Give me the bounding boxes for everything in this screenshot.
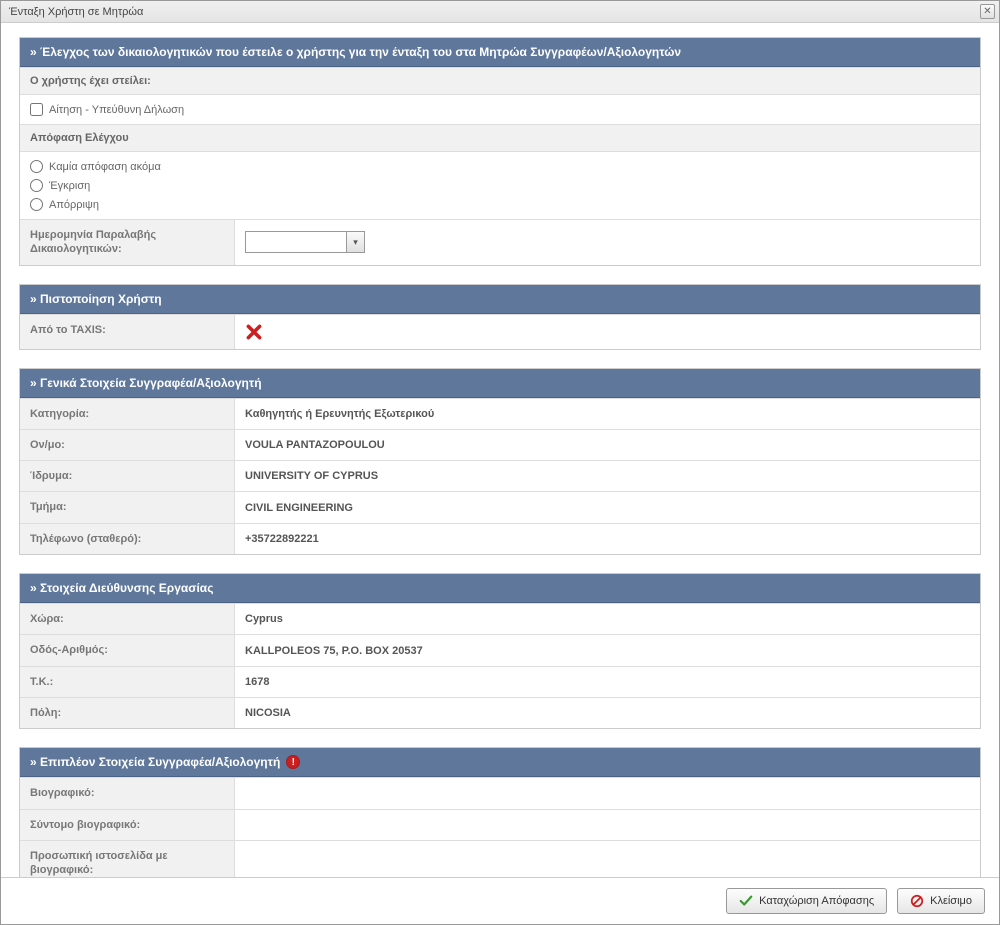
- city-label: Πόλη:: [20, 698, 235, 728]
- section-header-check: » Έλεγχος των δικαιολογητικών που έστειλ…: [20, 38, 980, 67]
- row-name: Ον/μο: VOULA PANTAZOPOULOU: [20, 429, 980, 460]
- website-value: [235, 841, 980, 877]
- section-header-work-address: » Στοιχεία Διεύθυνσης Εργασίας: [20, 574, 980, 603]
- country-value: Cyprus: [235, 604, 980, 634]
- decision-label: Απόφαση Ελέγχου: [20, 124, 980, 152]
- titlebar: Ένταξη Χρήστη σε Μητρώα ✕: [1, 1, 999, 23]
- radio-none-text: Καμία απόφαση ακόμα: [49, 161, 161, 173]
- zip-label: Τ.Κ.:: [20, 667, 235, 697]
- row-city: Πόλη: NICOSIA: [20, 697, 980, 728]
- cv-value: [235, 778, 980, 808]
- category-label: Κατηγορία:: [20, 399, 235, 429]
- date-received-input[interactable]: [246, 232, 346, 252]
- content-wrap: » Έλεγχος των δικαιολογητικών που έστειλ…: [1, 23, 999, 877]
- institution-label: Ίδρυμα:: [20, 461, 235, 491]
- name-value: VOULA PANTAZOPOULOU: [235, 430, 980, 460]
- radio-approve[interactable]: [30, 179, 43, 192]
- cross-icon: [245, 323, 263, 341]
- date-received-value: ▾: [235, 220, 980, 265]
- country-label: Χώρα:: [20, 604, 235, 634]
- institution-value: UNIVERSITY OF CYPRUS: [235, 461, 980, 491]
- window-close-button[interactable]: ✕: [980, 4, 995, 19]
- section-header-certification: » Πιστοποίηση Χρήστη: [20, 285, 980, 314]
- radio-option-reject[interactable]: Απόρριψη: [30, 198, 970, 211]
- zip-value: 1678: [235, 667, 980, 697]
- radio-none[interactable]: [30, 160, 43, 173]
- panel-general: » Γενικά Στοιχεία Συγγραφέα/Αξιολογητή Κ…: [19, 368, 981, 555]
- radio-option-none[interactable]: Καμία απόφαση ακόμα: [30, 160, 970, 173]
- chevron-down-icon: ▾: [353, 237, 358, 248]
- department-value: CIVIL ENGINEERING: [235, 492, 980, 522]
- content-scroll[interactable]: » Έλεγχος των δικαιολογητικών που έστειλ…: [1, 23, 999, 877]
- warning-icon: !: [286, 755, 300, 769]
- section-header-extra: » Επιπλέον Στοιχεία Συγγραφέα/Αξιολογητή…: [20, 748, 980, 777]
- application-checkbox-text: Αίτηση - Υπεύθυνη Δήλωση: [49, 104, 184, 116]
- category-value: Καθηγητής ή Ερευνητής Εξωτερικού: [235, 399, 980, 429]
- row-institution: Ίδρυμα: UNIVERSITY OF CYPRUS: [20, 460, 980, 491]
- row-category: Κατηγορία: Καθηγητής ή Ερευνητής Εξωτερι…: [20, 398, 980, 429]
- radio-reject-text: Απόρριψη: [49, 199, 99, 211]
- name-label: Ον/μο:: [20, 430, 235, 460]
- date-received-combo[interactable]: ▾: [245, 231, 365, 253]
- close-icon: ✕: [983, 6, 991, 17]
- close-button[interactable]: Κλείσιμο: [897, 888, 985, 914]
- date-received-row: Ημερομηνία Παραλαβής Δικαιολογητικών: ▾: [20, 219, 980, 265]
- section-header-check-text: » Έλεγχος των δικαιολογητικών που έστειλ…: [30, 45, 681, 59]
- user-sent-label: Ο χρήστης έχει στείλει:: [20, 67, 980, 95]
- radio-option-approve[interactable]: Έγκριση: [30, 179, 970, 192]
- panel-work-address: » Στοιχεία Διεύθυνσης Εργασίας Χώρα: Cyp…: [19, 573, 981, 729]
- street-value: KALLPOLEOS 75, P.O. BOX 20537: [235, 635, 980, 665]
- panel-check: » Έλεγχος των δικαιολογητικών που έστειλ…: [19, 37, 981, 266]
- date-received-dropdown-button[interactable]: ▾: [346, 232, 364, 252]
- close-button-label: Κλείσιμο: [930, 895, 972, 907]
- city-value: NICOSIA: [235, 698, 980, 728]
- row-cv: Βιογραφικό:: [20, 777, 980, 808]
- row-short-cv: Σύντομο βιογραφικό:: [20, 809, 980, 840]
- section-header-certification-text: » Πιστοποίηση Χρήστη: [30, 292, 162, 306]
- row-country: Χώρα: Cyprus: [20, 603, 980, 634]
- taxis-label: Από το TAXIS:: [20, 315, 235, 349]
- row-street: Οδός-Αριθμός: KALLPOLEOS 75, P.O. BOX 20…: [20, 634, 980, 665]
- cv-label: Βιογραφικό:: [20, 778, 235, 808]
- row-phone: Τηλέφωνο (σταθερό): +35722892221: [20, 523, 980, 554]
- section-header-extra-text: » Επιπλέον Στοιχεία Συγγραφέα/Αξιολογητή: [30, 755, 280, 769]
- row-zip: Τ.Κ.: 1678: [20, 666, 980, 697]
- short-cv-value: [235, 810, 980, 840]
- application-checkbox-row: Αίτηση - Υπεύθυνη Δήλωση: [20, 95, 980, 124]
- save-decision-button[interactable]: Καταχώριση Απόφασης: [726, 888, 887, 914]
- date-received-label: Ημερομηνία Παραλαβής Δικαιολογητικών:: [20, 220, 235, 265]
- deny-icon: [910, 894, 924, 908]
- check-icon: [739, 894, 753, 908]
- panel-certification: » Πιστοποίηση Χρήστη Από το TAXIS:: [19, 284, 981, 350]
- phone-value: +35722892221: [235, 524, 980, 554]
- row-department: Τμήμα: CIVIL ENGINEERING: [20, 491, 980, 522]
- section-header-general: » Γενικά Στοιχεία Συγγραφέα/Αξιολογητή: [20, 369, 980, 398]
- website-label: Προσωπική ιστοσελίδα με βιογραφικό:: [20, 841, 235, 877]
- row-website: Προσωπική ιστοσελίδα με βιογραφικό:: [20, 840, 980, 877]
- short-cv-label: Σύντομο βιογραφικό:: [20, 810, 235, 840]
- street-label: Οδός-Αριθμός:: [20, 635, 235, 665]
- decision-radio-group: Καμία απόφαση ακόμα Έγκριση Απόρριψη: [20, 152, 980, 219]
- save-decision-label: Καταχώριση Απόφασης: [759, 895, 874, 907]
- window-title: Ένταξη Χρήστη σε Μητρώα: [9, 6, 143, 18]
- application-checkbox-label[interactable]: Αίτηση - Υπεύθυνη Δήλωση: [30, 103, 970, 116]
- phone-label: Τηλέφωνο (σταθερό):: [20, 524, 235, 554]
- dialog-window: Ένταξη Χρήστη σε Μητρώα ✕ » Έλεγχος των …: [0, 0, 1000, 925]
- section-header-work-address-text: » Στοιχεία Διεύθυνσης Εργασίας: [30, 581, 213, 595]
- radio-approve-text: Έγκριση: [49, 180, 90, 192]
- radio-reject[interactable]: [30, 198, 43, 211]
- section-header-general-text: » Γενικά Στοιχεία Συγγραφέα/Αξιολογητή: [30, 376, 262, 390]
- department-label: Τμήμα:: [20, 492, 235, 522]
- taxis-value: [235, 315, 980, 349]
- dialog-footer: Καταχώριση Απόφασης Κλείσιμο: [1, 877, 999, 924]
- taxis-row: Από το TAXIS:: [20, 314, 980, 349]
- panel-extra: » Επιπλέον Στοιχεία Συγγραφέα/Αξιολογητή…: [19, 747, 981, 877]
- application-checkbox[interactable]: [30, 103, 43, 116]
